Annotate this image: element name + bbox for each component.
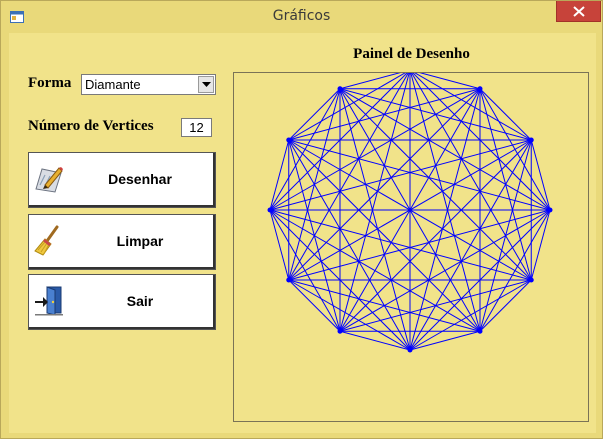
drawing-panel[interactable] xyxy=(233,72,589,422)
vertex-point xyxy=(547,207,553,213)
edge-line xyxy=(339,88,532,141)
draw-button[interactable]: Desenhar xyxy=(28,152,216,208)
vertex-point xyxy=(407,347,413,353)
vertices-input[interactable]: 12 xyxy=(181,118,212,137)
edge-line xyxy=(269,209,481,332)
edge-line xyxy=(530,139,551,211)
exit-button[interactable]: Sair xyxy=(28,274,216,330)
edge-line xyxy=(288,88,341,281)
edge-line xyxy=(269,209,341,332)
edge-line xyxy=(288,279,411,351)
title-bar: Gráficos xyxy=(1,1,602,33)
drawing-pencil-icon xyxy=(35,167,63,193)
draw-button-label: Desenhar xyxy=(108,171,172,187)
chevron-down-icon xyxy=(202,82,211,87)
exit-button-label: Sair xyxy=(126,293,154,309)
broom-icon xyxy=(34,225,59,256)
vertex-point xyxy=(337,86,343,92)
panel-title: Painel de Desenho xyxy=(353,46,470,62)
clear-button[interactable]: Limpar xyxy=(28,214,216,270)
main-window: Gráficos Forma Diamante Número de Vertic… xyxy=(0,0,603,439)
edge-line xyxy=(339,88,551,211)
client-area: Forma Diamante Número de Vertices 12 Des… xyxy=(9,33,596,433)
vertex-point xyxy=(267,207,273,213)
vertices-label: Número de Vertices xyxy=(28,118,154,134)
window-title: Gráficos xyxy=(272,8,331,24)
drawing-canvas xyxy=(267,73,553,353)
clear-button-label: Limpar xyxy=(116,233,164,249)
vertex-point xyxy=(286,137,292,143)
shape-select-value: Diamante xyxy=(85,77,141,92)
edge-line xyxy=(288,139,341,332)
vertex-point xyxy=(477,86,483,92)
edge-line xyxy=(409,330,481,351)
edge-line xyxy=(288,139,411,351)
vertex-point xyxy=(528,137,534,143)
close-icon xyxy=(573,6,585,17)
shape-select[interactable]: Diamante xyxy=(81,74,216,95)
edge-line xyxy=(269,88,341,211)
vertex-point xyxy=(337,328,343,334)
vertex-point xyxy=(286,277,292,283)
vertex-point xyxy=(477,328,483,334)
dropdown-button[interactable] xyxy=(198,76,214,93)
edge-line xyxy=(339,330,411,351)
edge-line xyxy=(530,209,551,281)
vertex-point xyxy=(528,277,534,283)
exit-door-icon xyxy=(35,286,63,316)
edge-line xyxy=(269,139,290,211)
edge-line xyxy=(339,88,532,281)
edge-line xyxy=(269,209,290,281)
edge-line xyxy=(288,88,481,281)
close-button[interactable] xyxy=(556,1,601,22)
edge-line xyxy=(339,139,532,332)
shape-label: Forma xyxy=(28,75,72,91)
edge-line xyxy=(288,139,481,332)
